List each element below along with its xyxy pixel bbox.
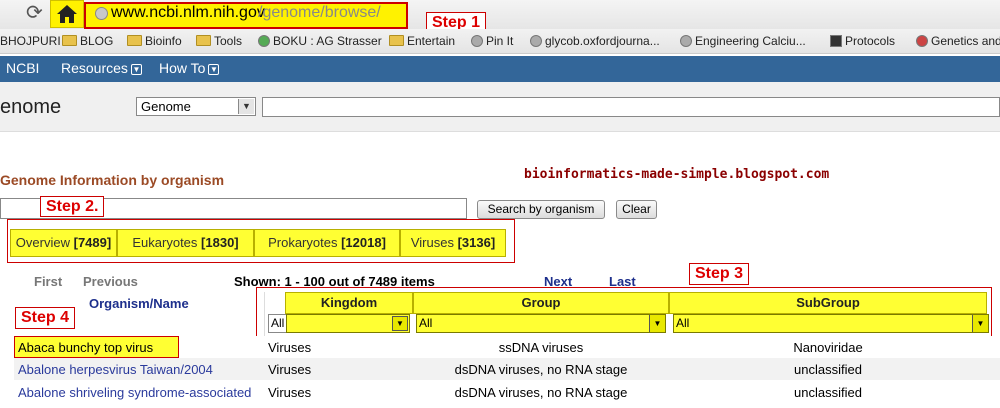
bookmark-label: Entertain bbox=[407, 34, 456, 48]
howto-menu[interactable]: How To ▼ bbox=[159, 60, 220, 76]
column-header-organism[interactable]: Organism/Name bbox=[89, 296, 189, 311]
bookmark-blog[interactable]: BLOG bbox=[62, 34, 113, 48]
url-host: www.ncbi.nlm.nih.gov bbox=[111, 4, 265, 21]
bookmark-label: BOKU : AG Strasser bbox=[273, 34, 382, 48]
page-title: enome bbox=[0, 96, 62, 118]
step2-annotation: Step 2. bbox=[40, 196, 105, 217]
site-icon bbox=[258, 35, 270, 47]
tab-prokaryotes[interactable]: Prokaryotes [12018] bbox=[254, 229, 400, 257]
first-page-link[interactable]: First bbox=[34, 274, 62, 289]
bookmark-glycob[interactable]: glycob.oxfordjourna... bbox=[530, 34, 660, 48]
subgroup-cell: Nanoviridae bbox=[793, 340, 863, 355]
bookmark-tools[interactable]: Tools bbox=[196, 34, 242, 48]
home-button[interactable] bbox=[50, 0, 84, 28]
tab-label: Viruses bbox=[410, 235, 454, 250]
bookmark-bioinfo[interactable]: Bioinfo bbox=[127, 34, 182, 48]
bookmark-engineering[interactable]: Engineering Calciu... bbox=[680, 34, 806, 48]
home-icon bbox=[57, 5, 77, 23]
organism-link[interactable]: Abalone shriveling syndrome-associated bbox=[18, 385, 251, 400]
chevron-down-icon: ▼ bbox=[130, 64, 142, 75]
resources-menu[interactable]: Resources ▼ bbox=[61, 60, 142, 76]
bookmark-boku[interactable]: BOKU : AG Strasser bbox=[258, 34, 382, 48]
folder-icon bbox=[127, 35, 142, 46]
tab-label: Eukaryotes bbox=[132, 235, 198, 250]
ncbi-header bbox=[0, 56, 1000, 82]
folder-icon bbox=[62, 35, 77, 46]
bookmark-protocols[interactable]: Protocols bbox=[830, 34, 895, 48]
bookmark-label: Protocols bbox=[845, 34, 896, 48]
search-by-organism-button[interactable]: Search by organism bbox=[477, 200, 605, 219]
howto-label: How To bbox=[159, 60, 206, 76]
organism-link[interactable]: Abalone herpesvirus Taiwan/2004 bbox=[18, 362, 213, 377]
globe-icon bbox=[95, 7, 108, 20]
bookmark-label: Tools bbox=[214, 34, 243, 48]
step3-annotation: Step 3 bbox=[689, 263, 750, 285]
section-heading: Genome Information by organism bbox=[0, 172, 225, 188]
database-select-value: Genome bbox=[141, 99, 191, 114]
bookmark-pin-it[interactable]: Pin It bbox=[471, 34, 513, 48]
chevron-down-icon[interactable]: ▼ bbox=[238, 99, 254, 114]
previous-page-link[interactable]: Previous bbox=[83, 274, 138, 289]
folder-icon bbox=[196, 35, 211, 46]
bookmark-label: Genetics and bbox=[931, 34, 1000, 48]
tab-viruses[interactable]: Viruses [3136] bbox=[400, 229, 506, 257]
kingdom-cell: Viruses bbox=[268, 362, 312, 377]
site-icon bbox=[680, 35, 692, 47]
bookmark-entertain[interactable]: Entertain bbox=[389, 34, 455, 48]
group-cell: dsDNA viruses, no RNA stage bbox=[454, 385, 628, 400]
resources-label: Resources bbox=[61, 60, 128, 76]
kingdom-cell: Viruses bbox=[268, 340, 312, 355]
site-icon bbox=[530, 35, 542, 47]
pin-icon bbox=[471, 35, 483, 47]
group-cell: dsDNA viruses, no RNA stage bbox=[454, 362, 628, 377]
step4-annotation: Step 4 bbox=[15, 307, 76, 329]
tab-overview[interactable]: Overview [7489] bbox=[10, 229, 117, 257]
kingdom-cell: Viruses bbox=[268, 385, 312, 400]
bookmark-bhojpuri[interactable]: BHOJPURI bbox=[0, 34, 61, 48]
bookmark-label: Bioinfo bbox=[145, 34, 182, 48]
bookmark-label: BHOJPURI bbox=[0, 34, 61, 48]
ncbi-logo[interactable]: NCBI bbox=[6, 60, 39, 76]
reload-icon[interactable]: ⟳ bbox=[26, 1, 43, 25]
subgroup-cell: unclassified bbox=[794, 385, 862, 400]
clear-button[interactable]: Clear bbox=[616, 200, 657, 219]
site-icon bbox=[916, 35, 928, 47]
tab-label: Prokaryotes bbox=[268, 235, 338, 250]
bookmark-label: Engineering Calciu... bbox=[695, 34, 806, 48]
tab-eukaryotes[interactable]: Eukaryotes [1830] bbox=[117, 229, 254, 257]
bookmark-genetics[interactable]: Genetics and bbox=[916, 34, 1000, 48]
group-cell: ssDNA viruses bbox=[498, 340, 584, 355]
search-input[interactable] bbox=[262, 97, 1000, 117]
tab-count: [3136] bbox=[457, 235, 496, 250]
watermark-text: bioinformatics-made-simple.blogspot.com bbox=[524, 167, 830, 182]
tab-label: Overview bbox=[15, 235, 70, 250]
folder-icon bbox=[389, 35, 404, 46]
subgroup-cell: unclassified bbox=[794, 362, 862, 377]
chevron-down-icon: ▼ bbox=[208, 64, 220, 75]
tab-count: [12018] bbox=[341, 235, 386, 250]
site-icon bbox=[830, 35, 842, 47]
tab-count: [1830] bbox=[201, 235, 239, 250]
bookmark-label: BLOG bbox=[80, 34, 114, 48]
bookmark-label: Pin It bbox=[486, 34, 514, 48]
tab-count: [7489] bbox=[73, 235, 112, 250]
organism-link[interactable]: Abaca bunchy top virus bbox=[18, 340, 153, 355]
bookmark-label: glycob.oxfordjourna... bbox=[545, 34, 660, 48]
url-path: /genome/browse/ bbox=[258, 4, 381, 21]
